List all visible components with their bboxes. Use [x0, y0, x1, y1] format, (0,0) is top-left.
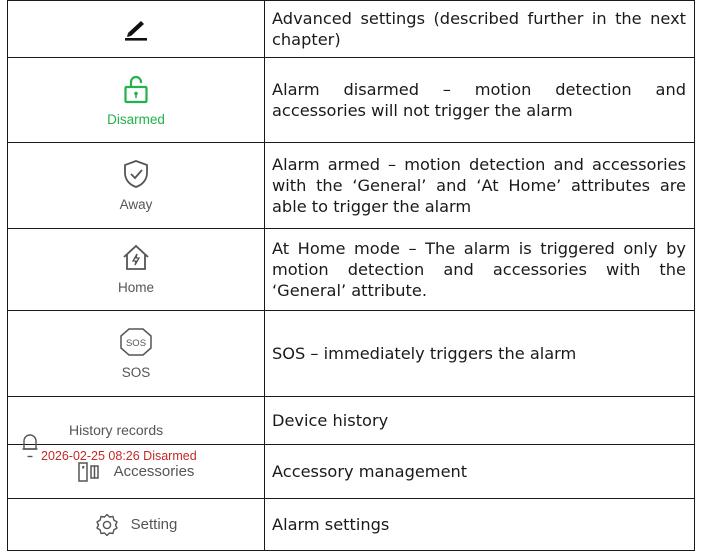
- history-records-label: History records: [69, 421, 164, 438]
- pencil-icon: [125, 21, 147, 41]
- unlocked-padlock-icon: [124, 75, 148, 103]
- accessories-label: Accessories: [113, 463, 195, 480]
- sos-icon: SOS: [120, 328, 152, 356]
- home-bolt-icon: [123, 244, 149, 270]
- description: Alarm settings: [264, 498, 695, 551]
- icon-cell[interactable]: Setting: [7, 498, 265, 551]
- description: Alarm disarmed – motion detection and ac…: [264, 57, 695, 143]
- shield-check-icon: [124, 160, 148, 188]
- setting-label: Setting: [130, 516, 178, 533]
- table-row: Accessories Accessory management: [7, 444, 695, 499]
- sos-label[interactable]: SOS: [122, 365, 151, 380]
- table-row: Advanced settings (described further in …: [7, 0, 695, 58]
- description: Alarm armed – motion detection and acces…: [264, 142, 695, 229]
- description: Accessory management: [264, 444, 695, 499]
- table-row: Disarmed Alarm disarmed – motion detecti…: [7, 57, 695, 143]
- table-row: History records 2026-02-25 08:26 Disarme…: [7, 396, 695, 463]
- icon-cell: Disarmed: [7, 57, 265, 143]
- icon-cell: Away: [7, 142, 265, 229]
- away-label[interactable]: Away: [120, 197, 153, 212]
- door-sensor-icon: [77, 461, 99, 482]
- icon-cell[interactable]: Accessories: [7, 444, 265, 499]
- description: SOS – immediately triggers the alarm: [264, 310, 695, 397]
- description: Advanced settings (described further in …: [264, 0, 695, 58]
- table-row: Away Alarm armed – motion detection and …: [7, 142, 695, 229]
- description: At Home mode – The alarm is triggered on…: [264, 228, 695, 311]
- disarmed-label[interactable]: Disarmed: [107, 112, 165, 127]
- feature-table: Advanced settings (described further in …: [7, 0, 695, 551]
- gear-icon: [95, 513, 118, 536]
- home-label[interactable]: Home: [118, 280, 154, 295]
- icon-cell: [7, 0, 265, 58]
- table-row: Setting Alarm settings: [7, 498, 695, 551]
- sos-badge-text: SOS: [126, 338, 146, 349]
- table-row: Home At Home mode – The alarm is trigger…: [7, 228, 695, 311]
- icon-cell[interactable]: History records 2026-02-25 08:26 Disarme…: [7, 396, 265, 463]
- icon-cell: SOS SOS: [7, 310, 265, 397]
- description: Device history: [264, 396, 695, 445]
- table-row: SOS SOS SOS – immediately triggers the a…: [7, 310, 695, 397]
- icon-cell: Home: [7, 228, 265, 311]
